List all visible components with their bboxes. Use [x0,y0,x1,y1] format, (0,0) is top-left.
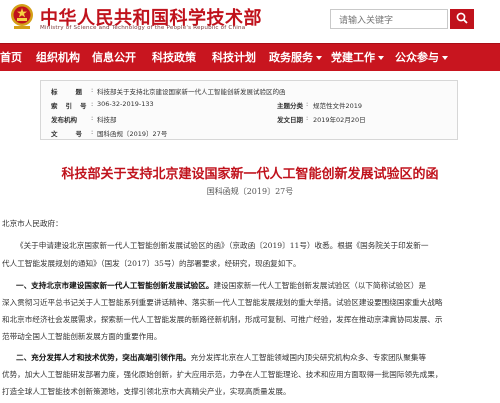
meta-row-title: 标题 : 科技部关于支持北京建设国家新一代人工智能创新发展试验区的函 [51,86,286,96]
meta-row-issuer: 发布机构 : 科技部 发文日期 : 2019年02月20日 [51,114,366,124]
search-icon [456,12,468,27]
meta-date-value: 2019年02月20日 [313,116,366,124]
search-input[interactable] [330,9,448,29]
nav-item-tech-policy[interactable]: 科技政策 [152,44,196,72]
search-button[interactable] [450,9,474,29]
meta-row-docno: 文号 : 国科函规〔2019〕27号 [51,128,168,138]
nav-item-information-disclosure[interactable]: 信息公开 [92,44,136,72]
site-header: 中华人民共和国科学技术部 Ministry of Science and Tec… [0,0,500,43]
paragraph-2-line-2: 深入贯彻习近平总书记关于人工智能系列重要讲话精神、落实新一代人工智能发展规划的重… [2,298,443,307]
meta-docno-value: 国科函规〔2019〕27号 [97,130,168,138]
nav-item-government-services[interactable]: 政务服务 [269,44,322,72]
document-number: 国科函规〔2019〕27号 [206,187,294,196]
chevron-down-icon [316,56,322,60]
main-nav: 首页 组织机构 信息公开 科技政策 科技计划 政务服务 党建工作 公众参与 [0,43,500,71]
nav-item-home[interactable]: 首页 [0,44,22,72]
paragraph-3-line-3: 打造全球人工智能技术创新策源地，支撑引领北京市大高精尖产业，实现高质量发展。 [2,387,291,396]
paragraph-1-line-2: 代人工智能发展规划的通知》（国发〔2017〕35号）的部署要求，经研究，现函复如… [2,259,301,268]
meta-issuer-value: 科技部 [97,116,117,124]
document-metadata: 标题 : 科技部关于支持北京建设国家新一代人工智能创新发展试验区的函 索引号 :… [40,80,458,140]
site-subtitle: Ministry of Science and Technology of th… [40,25,246,31]
paragraph-3-line-1: 二、充分发挥人才和技术优势，突出高端引领作用。充分发挥北京在人工智能领域国内顶尖… [16,353,427,362]
paragraph-2-line-3: 和北京市经济社会发展需求，探索新一代人工智能发展的新路径新机制，形成可复制、可推… [2,315,443,324]
chevron-down-icon [378,56,384,60]
meta-category-label: 主题分类 [277,102,303,110]
national-emblem-icon [10,3,34,31]
nav-item-organization[interactable]: 组织机构 [36,44,80,72]
nav-item-public-participation[interactable]: 公众参与 [395,44,448,72]
nav-item-party-building[interactable]: 党建工作 [331,44,384,72]
paragraph-2-line-4: 范带动全国人工智能创新发展方面的重要作用。 [2,332,162,341]
document-salutation: 北京市人民政府： [2,219,63,228]
meta-index-value: 306-32-2019-133 [97,100,154,108]
meta-title-value: 科技部关于支持北京建设国家新一代人工智能创新发展试验区的函 [97,88,286,96]
meta-category-value: 规范性文件2019 [313,102,363,110]
meta-index-label: 索引号 [51,102,95,110]
paragraph-2-line-1: 一、支持北京市建设国家新一代人工智能创新发展试验区。建设国家新一代人工智能创新发… [16,281,427,290]
meta-date-label: 发文日期 [277,116,303,124]
paragraph-1-line-1: 《关于申请建设北京国家新一代人工智能创新发展试验区的函》（京政函〔2019〕11… [16,241,429,250]
meta-row-index: 索引号 : 306-32-2019-133 主题分类 : 规范性文件2019 [51,100,363,110]
chevron-down-icon [442,56,448,60]
paragraph-2-heading: 一、支持北京市建设国家新一代人工智能创新发展试验区。 [16,281,214,290]
document-title: 科技部关于支持北京建设国家新一代人工智能创新发展试验区的函 [61,167,439,182]
paragraph-3-line-2: 优势，加大人工智能研发部署力度，强化原始创新，扩大应用示范，力争在人工智能理论、… [2,370,443,379]
paragraph-3-heading: 二、充分发挥人才和技术优势，突出高端引领作用。 [16,353,191,362]
nav-item-tech-plan[interactable]: 科技计划 [212,44,256,72]
meta-issuer-label: 发布机构 [51,116,77,124]
